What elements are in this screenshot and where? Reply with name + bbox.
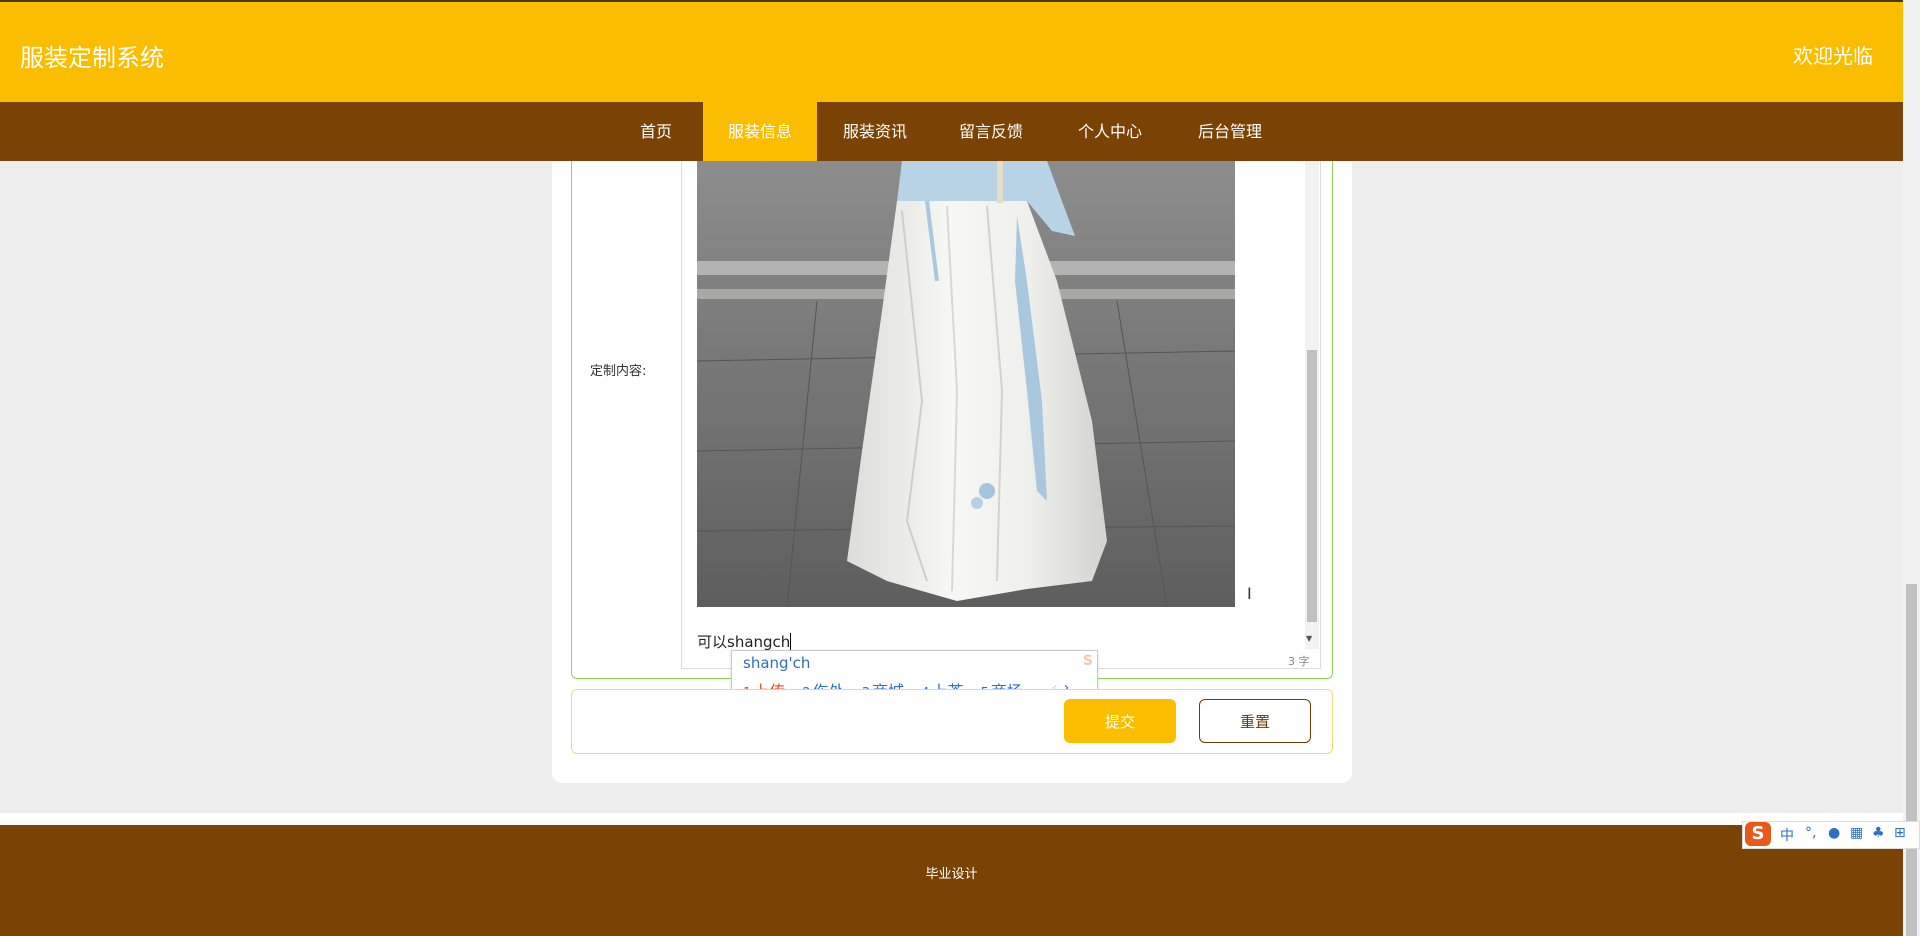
editor-text: 可以shangch: [697, 633, 791, 651]
editor-scrollbar-thumb[interactable]: [1307, 350, 1317, 622]
nav-home[interactable]: 首页: [626, 102, 686, 161]
content-label: 定制内容:: [590, 364, 647, 379]
nav-clothing-info[interactable]: 服装信息: [703, 102, 817, 161]
toolbox-grid-icon[interactable]: ⊞: [1894, 825, 1906, 841]
word-count: 3 字: [1288, 655, 1310, 668]
clothing-photo: [697, 161, 1235, 607]
ibeam-cursor-icon: I: [1247, 584, 1252, 603]
footer-text: 毕业设计: [925, 867, 978, 882]
main-nav: 首页 服装信息 服装资讯 留言反馈 个人中心 后台管理: [0, 102, 1903, 161]
skin-shirt-icon[interactable]: ♣: [1872, 825, 1885, 841]
page-scrollbar-thumb[interactable]: [1906, 584, 1917, 936]
welcome-text: 欢迎光临: [1793, 44, 1873, 68]
nav-feedback[interactable]: 留言反馈: [948, 102, 1034, 161]
nav-clothing-news[interactable]: 服装资讯: [832, 102, 918, 161]
site-footer: 毕业设计: [0, 825, 1903, 936]
site-title: 服装定制系统: [20, 44, 164, 72]
site-header: 服装定制系统 欢迎光临: [0, 0, 1903, 102]
punctuation-icon[interactable]: °,: [1805, 825, 1816, 841]
footer-divider: [0, 813, 1903, 825]
keyboard-icon[interactable]: ▦: [1850, 825, 1863, 841]
text-caret: [790, 633, 792, 650]
scroll-down-arrow-icon[interactable]: ▼: [1306, 634, 1312, 643]
editor-text-line[interactable]: 可以shangch: [697, 631, 792, 652]
ime-mode-chinese[interactable]: 中: [1780, 825, 1794, 845]
microphone-icon[interactable]: ●: [1828, 825, 1840, 841]
ime-composition: shang'ch: [743, 654, 811, 672]
sogou-logo-icon[interactable]: S: [1745, 822, 1771, 846]
ime-watermark-icon: S: [1082, 653, 1093, 669]
nav-profile[interactable]: 个人中心: [1067, 102, 1153, 161]
nav-admin[interactable]: 后台管理: [1187, 102, 1273, 161]
reset-button[interactable]: 重置: [1199, 699, 1311, 743]
submit-button[interactable]: 提交: [1064, 699, 1176, 743]
